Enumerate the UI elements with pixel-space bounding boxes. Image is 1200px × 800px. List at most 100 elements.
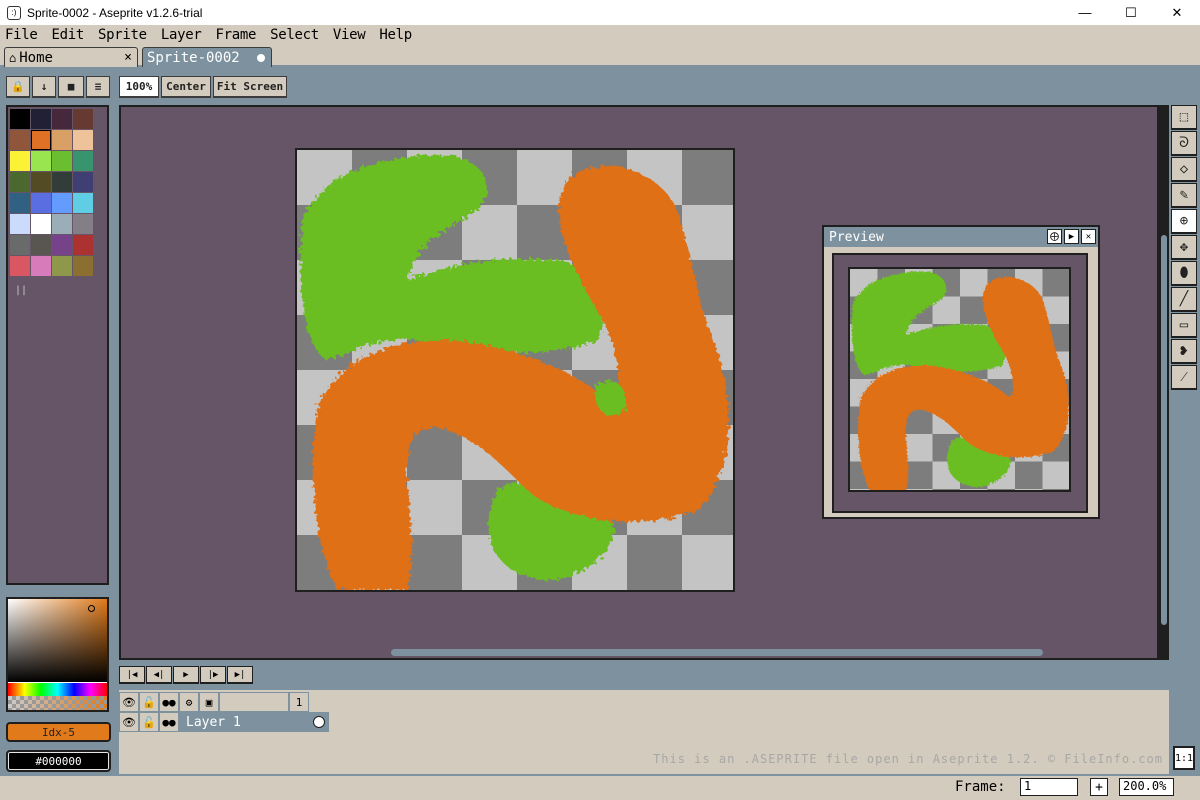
last-frame-icon[interactable]: ▶| — [227, 666, 253, 684]
palette-swatch[interactable] — [31, 130, 51, 150]
menu-frame[interactable]: Frame — [215, 27, 256, 43]
palette-swatch[interactable] — [52, 193, 72, 213]
vertical-scrollbar[interactable] — [1161, 235, 1167, 625]
preview-play-icon[interactable]: ▶ — [1064, 229, 1079, 244]
preview-window[interactable]: Preview ⨁ ▶ ✕ — [822, 225, 1100, 519]
palette-swatch[interactable] — [31, 256, 51, 276]
palette-resize-handle[interactable]: || — [15, 285, 27, 296]
background-color-button[interactable]: #000000 — [6, 750, 111, 772]
lock-icon[interactable]: 🔒 — [6, 76, 30, 98]
palette-swatch[interactable] — [31, 214, 51, 234]
arrow-down-icon[interactable]: ↓ — [32, 76, 56, 98]
palette-swatch[interactable] — [10, 151, 30, 171]
sprite-canvas[interactable] — [295, 148, 735, 592]
blur-icon[interactable]: ⁄ — [1171, 365, 1197, 390]
layer-name[interactable]: Layer 1 — [179, 712, 309, 732]
visibility-header-icon[interactable]: 👁 — [119, 692, 139, 712]
pixel-ratio-button[interactable]: 1:1 — [1173, 746, 1195, 770]
palette-swatch[interactable] — [73, 172, 93, 192]
palette-swatch[interactable] — [52, 256, 72, 276]
saturation-value-box[interactable] — [8, 599, 107, 682]
menu-sprite[interactable]: Sprite — [98, 27, 147, 43]
zoom-level[interactable]: 100% — [119, 76, 159, 98]
add-frame-button[interactable]: + — [1090, 778, 1108, 796]
previous-frame-icon[interactable]: ◀| — [146, 666, 172, 684]
palette-swatch[interactable] — [10, 235, 30, 255]
zoom-input[interactable]: 200.0% — [1119, 778, 1174, 796]
preview-titlebar[interactable]: Preview ⨁ ▶ ✕ — [824, 227, 1098, 247]
lock-header-icon[interactable]: 🔓 — [139, 692, 159, 712]
move-icon[interactable]: ✥ — [1171, 235, 1197, 260]
color-cursor[interactable] — [88, 605, 95, 612]
canvas-editor[interactable]: Preview ⨁ ▶ ✕ — [119, 105, 1169, 660]
menu-select[interactable]: Select — [270, 27, 319, 43]
foreground-color-button[interactable]: Idx-5 — [6, 722, 111, 742]
palette-swatch[interactable] — [73, 193, 93, 213]
palette-swatch[interactable] — [10, 214, 30, 234]
rectangle-icon[interactable]: ▭ — [1171, 313, 1197, 338]
first-frame-icon[interactable]: |◀ — [119, 666, 145, 684]
save-icon[interactable]: ■ — [58, 76, 84, 98]
palette-swatch[interactable] — [52, 172, 72, 192]
fit-screen-button[interactable]: Fit Screen — [213, 76, 287, 98]
preview-close-icon[interactable]: ✕ — [1081, 229, 1096, 244]
palette-swatch[interactable] — [10, 193, 30, 213]
close-icon[interactable]: ✕ — [1154, 0, 1200, 25]
menu-file[interactable]: File — [5, 27, 38, 43]
layer-settings-icon[interactable]: ⚙ — [179, 692, 199, 712]
layer-lock-icon[interactable]: 🔓 — [139, 712, 159, 732]
zoom-icon[interactable]: ⊕ — [1171, 209, 1197, 234]
tab-sprite[interactable]: Sprite-0002 — [142, 47, 272, 67]
menu-icon[interactable]: ≡ — [86, 76, 110, 98]
palette-swatch[interactable] — [52, 235, 72, 255]
eraser-icon[interactable]: ◇ — [1171, 157, 1197, 182]
color-picker[interactable] — [6, 597, 109, 712]
minimize-icon[interactable]: — — [1062, 0, 1108, 25]
layer-row[interactable]: 👁 🔓 ●● Layer 1 — [119, 712, 329, 732]
layer-visibility-icon[interactable]: 👁 — [119, 712, 139, 732]
contour-icon[interactable]: ❥ — [1171, 339, 1197, 364]
frame-cel[interactable] — [309, 712, 329, 732]
layer-continuous-icon[interactable]: ●● — [159, 712, 179, 732]
palette-swatch[interactable] — [73, 256, 93, 276]
new-layer-icon[interactable]: ▣ — [199, 692, 219, 712]
menu-help[interactable]: Help — [379, 27, 412, 43]
palette-swatch[interactable] — [10, 172, 30, 192]
palette-swatch[interactable] — [31, 109, 51, 129]
continuous-header-icon[interactable]: ●● — [159, 692, 179, 712]
palette-swatch[interactable] — [52, 109, 72, 129]
rectangular-marquee-icon[interactable]: ⬚ — [1171, 105, 1197, 130]
eyedropper-icon[interactable]: ✎ — [1171, 183, 1197, 208]
maximize-icon[interactable]: ☐ — [1108, 0, 1154, 25]
palette-swatch[interactable] — [73, 214, 93, 234]
palette-swatch[interactable] — [73, 109, 93, 129]
alpha-slider[interactable] — [8, 696, 107, 710]
preview-center-icon[interactable]: ⨁ — [1047, 229, 1062, 244]
menu-layer[interactable]: Layer — [161, 27, 202, 43]
frame-input[interactable]: 1 — [1020, 778, 1078, 796]
lasso-icon[interactable]: ᘐ — [1171, 131, 1197, 156]
palette-swatch[interactable] — [73, 130, 93, 150]
palette-swatch[interactable] — [52, 130, 72, 150]
tab-close-icon[interactable]: × — [124, 50, 132, 65]
palette-swatch[interactable] — [52, 151, 72, 171]
menu-edit[interactable]: Edit — [52, 27, 85, 43]
palette-swatch[interactable] — [10, 130, 30, 150]
play-icon[interactable]: ▶ — [173, 666, 199, 684]
line-icon[interactable]: ╱ — [1171, 287, 1197, 312]
palette-swatch[interactable] — [31, 172, 51, 192]
paint-bucket-icon[interactable]: ⬮ — [1171, 261, 1197, 286]
palette-swatch[interactable] — [10, 109, 30, 129]
next-frame-icon[interactable]: |▶ — [200, 666, 226, 684]
frame-header[interactable]: 1 — [289, 692, 309, 712]
timeline-panel[interactable]: 👁 🔓 ●● ⚙ ▣ 1 👁 🔓 ●● Layer 1 This is an .… — [119, 690, 1169, 774]
palette-swatch[interactable] — [31, 193, 51, 213]
palette-swatch[interactable] — [10, 256, 30, 276]
menu-view[interactable]: View — [333, 27, 366, 43]
palette-swatch[interactable] — [73, 151, 93, 171]
palette-swatch[interactable] — [52, 214, 72, 234]
palette-swatch[interactable] — [31, 151, 51, 171]
horizontal-scrollbar[interactable] — [391, 649, 1043, 656]
palette-swatch[interactable] — [73, 235, 93, 255]
hue-slider[interactable] — [8, 683, 107, 696]
